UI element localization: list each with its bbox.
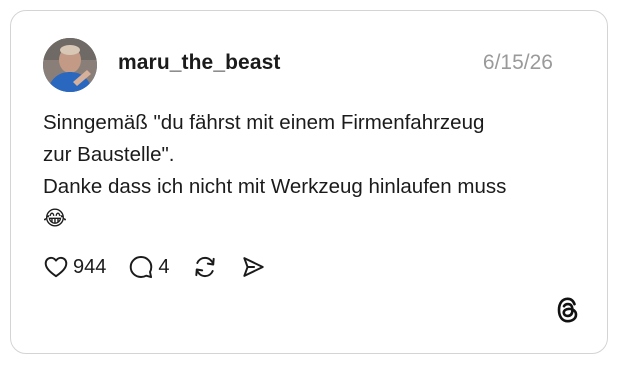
heart-icon: [44, 256, 68, 278]
username[interactable]: maru_the_beast: [118, 51, 280, 75]
threads-logo-icon[interactable]: [555, 296, 581, 329]
like-count: 944: [73, 255, 107, 278]
like-button[interactable]: 944: [43, 254, 106, 280]
post-card: maru_the_beast 6/15/26 Sinngemäß "du fäh…: [10, 10, 608, 354]
post-text-line: Sinngemäß "du fährst mit einem Firmenfah…: [43, 111, 485, 134]
share-button[interactable]: [240, 254, 266, 280]
threads-logo-icon: [557, 297, 578, 323]
avatar-image: [43, 38, 97, 92]
post-text: Sinngemäß "du fährst mit einem Firmenfah…: [43, 107, 583, 235]
post-date[interactable]: 6/15/26: [483, 51, 553, 75]
action-bar: 944 4: [43, 253, 288, 281]
send-icon: [242, 257, 264, 277]
avatar[interactable]: [43, 38, 97, 92]
repost-button[interactable]: [192, 254, 218, 280]
reply-count: 4: [158, 255, 170, 278]
post-emoji: 😂: [43, 207, 67, 230]
post-text-line: zur Baustelle".: [43, 143, 175, 166]
repost-icon: [194, 256, 215, 278]
post-text-line: Danke dass ich nicht mit Werkzeug hinlau…: [43, 175, 507, 198]
reply-button[interactable]: 4: [128, 254, 170, 280]
comment-bubble-icon: [130, 256, 153, 279]
